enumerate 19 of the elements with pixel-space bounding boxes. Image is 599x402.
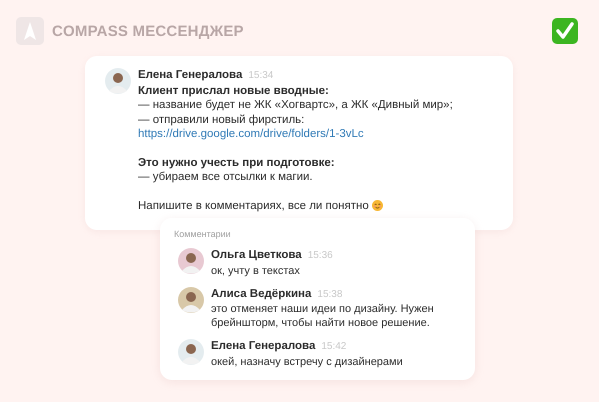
author-name: Алиса Ведёркина <box>211 286 312 301</box>
message-heading: Клиент прислал новые вводные: <box>138 84 330 98</box>
author-name: Елена Генералова <box>211 339 316 354</box>
check-icon <box>552 18 578 44</box>
message-heading: Это нужно учесть при подготовке: <box>138 156 336 170</box>
link[interactable]: https://drive.google.com/drive/folders/1-3vLc <box>138 127 453 142</box>
avatar <box>105 68 131 94</box>
comment-text: ок, учту в текстах <box>211 264 301 278</box>
message-line: Напишите в комментариях, все ли понятно <box>138 198 369 213</box>
smiley-icon <box>372 200 383 212</box>
app-title: COMPASS МЕССЕНДЖЕР <box>52 22 244 40</box>
comment-text: это отменяет наши идеи по дизайну. Нужен брейншторм, чтобы найти новое решение. <box>211 302 435 330</box>
message-line: — отправили новый фирстиль: <box>138 112 306 127</box>
message-line: — название будет не ЖК «Хогвартс», а ЖК «Дивный мир»; <box>138 98 453 112</box>
comment-text: окей, назначу встречу с дизайнерами <box>211 354 403 368</box>
message-line: — убираем все отсылки к магии. <box>138 170 314 184</box>
author-name: Елена Генералова <box>138 68 242 82</box>
comments-title: Комментарии <box>174 229 232 239</box>
author-name: Ольга Цветкова <box>211 248 302 262</box>
